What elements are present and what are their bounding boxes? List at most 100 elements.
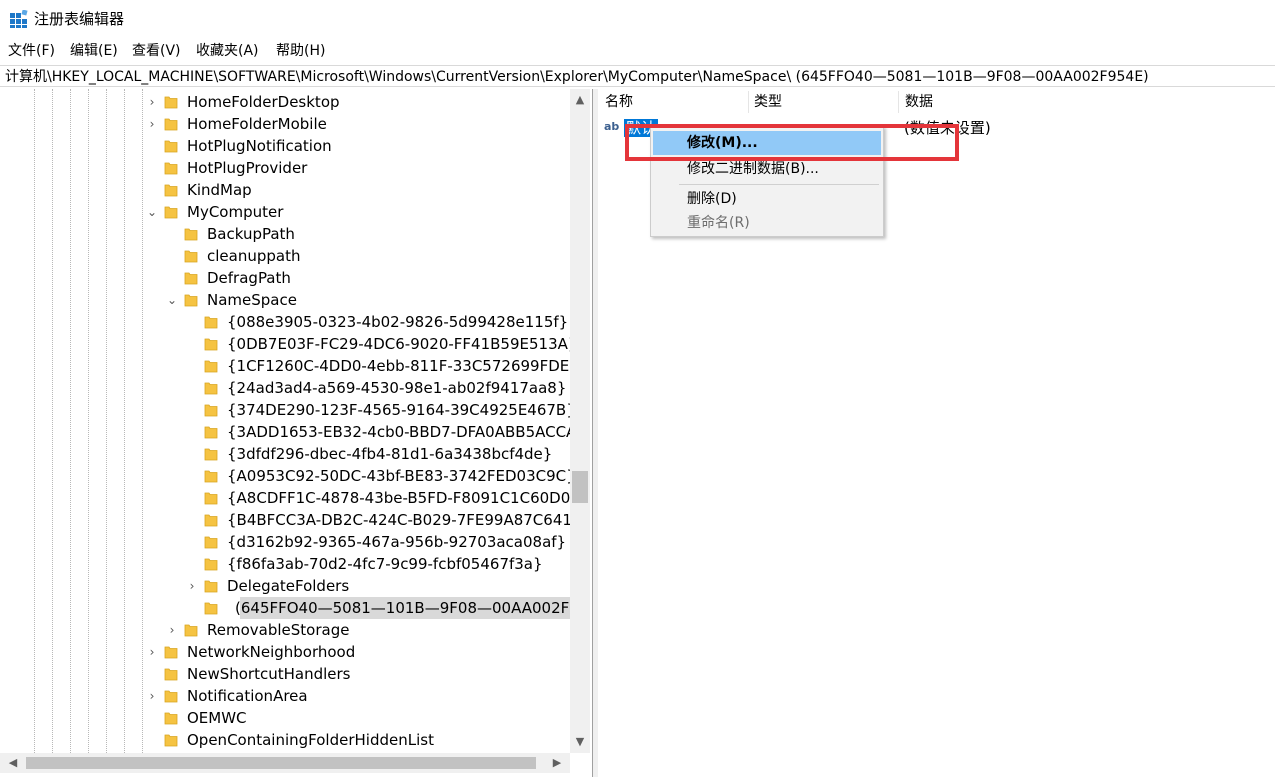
scroll-down-icon[interactable]: ▼ <box>570 733 590 751</box>
expand-chevron-icon[interactable]: › <box>146 95 158 109</box>
tree-item-label: HotPlugNotification <box>187 137 332 155</box>
tree-item[interactable]: {3dfdf296-dbec-4fb4-81d1-6a3438bcf4de} <box>0 443 570 465</box>
tree-item[interactable]: {374DE290-123F-4565-9164-39C4925E467B} <box>0 399 570 421</box>
folder-icon <box>204 404 218 417</box>
tree-item[interactable]: KindMap <box>0 179 570 201</box>
menu-view[interactable]: 查看(V) <box>132 42 181 60</box>
tree-item[interactable]: OpenContainingFolderHiddenList <box>0 729 570 751</box>
tree-item[interactable]: {0DB7E03F-FC29-4DC6-9020-FF41B59E513A} <box>0 333 570 355</box>
tree-item-label: {B4BFCC3A-DB2C-424C-B029-7FE99A87C641} <box>227 511 570 529</box>
tree-item[interactable]: {24ad3ad4-a569-4530-98e1-ab02f9417aa8} <box>0 377 570 399</box>
menu-item-modify[interactable]: 修改(M)... <box>653 131 881 155</box>
folder-icon <box>184 272 198 285</box>
folder-icon <box>204 514 218 527</box>
tree-item[interactable]: NewShortcutHandlers <box>0 663 570 685</box>
collapse-chevron-icon[interactable]: ⌄ <box>166 293 178 307</box>
tree-item[interactable]: › NotificationArea <box>0 685 570 707</box>
menu-item-modify-binary[interactable]: 修改二进制数据(B)... <box>653 157 881 181</box>
tree-item[interactable]: {d3162b92-9365-467a-956b-92703aca08af} <box>0 531 570 553</box>
expand-chevron-icon[interactable]: › <box>146 689 158 703</box>
tree-item-label: DefragPath <box>207 269 291 287</box>
tree-item[interactable]: HotPlugNotification <box>0 135 570 157</box>
scroll-thumb[interactable] <box>26 757 536 769</box>
tree-item-label: cleanuppath <box>207 247 301 265</box>
tree-item[interactable]: › RemovableStorage <box>0 619 570 641</box>
tree-item-label: OEMWC <box>187 709 247 727</box>
menu-bar: 文件(F) 编辑(E) 查看(V) 收藏夹(A) 帮助(H) <box>0 40 1275 62</box>
tree-item[interactable]: {1CF1260C-4DD0-4ebb-811F-33C572699FDE} <box>0 355 570 377</box>
expand-chevron-icon[interactable]: › <box>166 623 178 637</box>
scroll-thumb[interactable] <box>572 471 588 503</box>
tree-item[interactable]: cleanuppath <box>0 245 570 267</box>
tree-item-label: NotificationArea <box>187 687 308 705</box>
tree-item[interactable]: (645FFO40—5081—101B—9F08—00AA002F9 <box>0 597 570 619</box>
folder-icon <box>164 734 178 747</box>
expand-chevron-icon[interactable]: › <box>146 117 158 131</box>
tree-horizontal-scrollbar[interactable]: ◀ ▶ <box>0 753 570 773</box>
folder-icon <box>164 140 178 153</box>
menu-edit[interactable]: 编辑(E) <box>70 42 118 60</box>
column-header-name[interactable]: 名称 <box>605 93 633 111</box>
tree-item[interactable]: › HomeFolderMobile <box>0 113 570 135</box>
tree-item[interactable]: {f86fa3ab-70d2-4fc7-9c99-fcbf05467f3a} <box>0 553 570 575</box>
tree-item[interactable]: {088e3905-0323-4b02-9826-5d99428e115f} <box>0 311 570 333</box>
scroll-up-icon[interactable]: ▲ <box>570 91 590 109</box>
column-header-type[interactable]: 类型 <box>754 93 782 111</box>
folder-icon <box>204 558 218 571</box>
folder-icon <box>164 712 178 725</box>
scroll-right-icon[interactable]: ▶ <box>548 753 566 773</box>
tree-item[interactable]: DefragPath <box>0 267 570 289</box>
tree-item[interactable]: › NetworkNeighborhood <box>0 641 570 663</box>
folder-icon <box>184 294 198 307</box>
tree-item[interactable]: OEMWC <box>0 707 570 729</box>
tree-item[interactable]: {3ADD1653-EB32-4cb0-BBD7-DFA0ABB5ACCA} <box>0 421 570 443</box>
tree-item[interactable]: › DelegateFolders <box>0 575 570 597</box>
menu-item-label: 修改(M)... <box>687 135 758 151</box>
window-title: 注册表编辑器 <box>34 10 125 28</box>
column-separator[interactable] <box>898 91 899 113</box>
menu-file[interactable]: 文件(F) <box>8 42 55 60</box>
folder-icon <box>164 206 178 219</box>
tree-item-label: {088e3905-0323-4b02-9826-5d99428e115f} <box>227 313 569 331</box>
tree-item-label: {A8CDFF1C-4878-43be-B5FD-F8091C1C60D0} <box>227 489 570 507</box>
column-separator[interactable] <box>748 91 749 113</box>
folder-icon <box>204 338 218 351</box>
address-path[interactable]: 计算机\HKEY_LOCAL_MACHINE\SOFTWARE\Microsof… <box>5 68 1149 86</box>
tree-item[interactable]: HotPlugProvider <box>0 157 570 179</box>
tree-item[interactable]: ⌄ NameSpace <box>0 289 570 311</box>
tree-item-label: BackupPath <box>207 225 295 243</box>
menu-item-label: 修改二进制数据(B)... <box>687 161 819 177</box>
tree-item[interactable]: › HomeFolderDesktop <box>0 91 570 113</box>
tree-item[interactable]: ⌄ MyComputer <box>0 201 570 223</box>
address-bar[interactable]: 计算机\HKEY_LOCAL_MACHINE\SOFTWARE\Microsof… <box>0 65 1275 87</box>
tree-item[interactable]: {A8CDFF1C-4878-43be-B5FD-F8091C1C60D0} <box>0 487 570 509</box>
expand-chevron-icon[interactable]: › <box>146 645 158 659</box>
expand-chevron-icon[interactable]: › <box>186 579 198 593</box>
key-tree: › HomeFolderDesktop › HomeFolderMobile HotPl… <box>0 89 570 753</box>
column-header-data[interactable]: 数据 <box>905 93 933 111</box>
folder-icon <box>204 536 218 549</box>
scroll-left-icon[interactable]: ◀ <box>4 753 22 773</box>
menu-item-delete[interactable]: 删除(D) <box>653 187 881 211</box>
tree-vertical-scrollbar[interactable]: ▲ ▼ <box>570 89 590 753</box>
menu-help[interactable]: 帮助(H) <box>276 42 325 60</box>
folder-icon <box>204 470 218 483</box>
tree-item-label: NetworkNeighborhood <box>187 643 356 661</box>
title-bar: 注册表编辑器 <box>0 0 1275 38</box>
context-menu: 修改(M)... 修改二进制数据(B)... 删除(D) 重命名(R) <box>650 126 884 237</box>
tree-item[interactable]: {B4BFCC3A-DB2C-424C-B029-7FE99A87C641} <box>0 509 570 531</box>
collapse-chevron-icon[interactable]: ⌄ <box>146 205 158 219</box>
tree-item[interactable]: {A0953C92-50DC-43bf-BE83-3742FED03C9C} <box>0 465 570 487</box>
menu-favorites[interactable]: 收藏夹(A) <box>196 42 259 60</box>
menu-item-label: 删除(D) <box>687 191 737 207</box>
folder-icon <box>184 228 198 241</box>
tree-item[interactable]: BackupPath <box>0 223 570 245</box>
